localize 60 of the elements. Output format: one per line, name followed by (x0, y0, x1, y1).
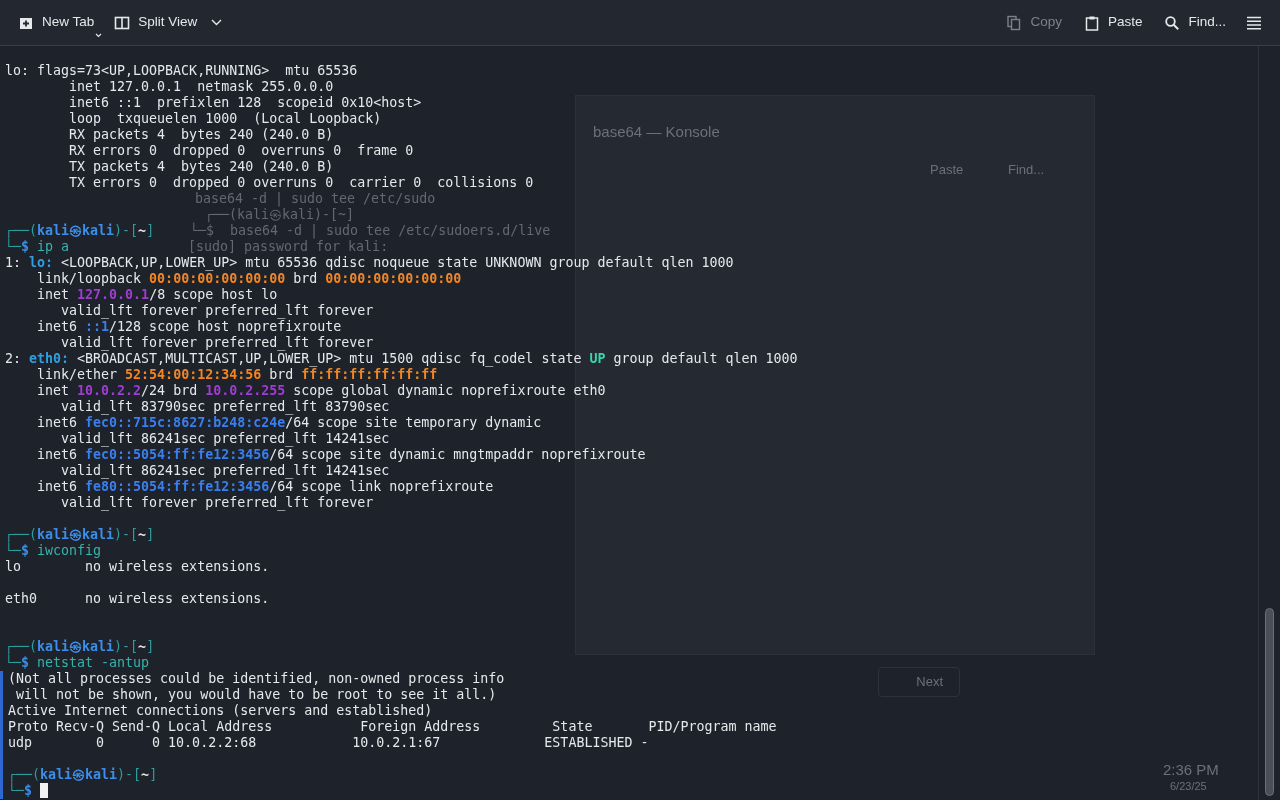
terminal-line: RX errors 0 dropped 0 overruns 0 frame 0 (68, 143, 414, 159)
terminal-line: Active Internet connections (servers and established) (8, 703, 433, 719)
copy-icon (1006, 14, 1023, 31)
background-terminal-line: ┌──(kali㉿kali)-[~] (205, 207, 355, 223)
terminal-line: valid_lft 86241sec preferred_lft 14241sec (60, 431, 390, 447)
terminal-line: will not be shown, you would have to be root to see it all.) (15, 687, 497, 703)
terminal-line: inet6 fe80::5054:ff:fe12:3456/64 scope link noprefixroute (36, 479, 494, 495)
terminal-line: link/loopback 00:00:00:00:00:00 brd 00:00:00:00:00:00 (36, 271, 462, 287)
terminal-line: 2: eth0: <BROADCAST,MULTICAST,UP,LOWER_UP> mtu 1500 qdisc fq_codel state UP group default qlen 1000 (5, 351, 798, 367)
split-view-icon (114, 14, 131, 31)
prompt-line: └─$ ip a (5, 239, 70, 255)
chevron-down-icon (211, 19, 223, 26)
terminal-line: lo no wireless extensions. (5, 559, 270, 575)
background-toolbar-label: Paste (930, 161, 964, 179)
background-terminal-line: [sudo] password for kali: (188, 239, 390, 255)
prompt-line: └─$ (8, 783, 33, 799)
terminal-line: eth0 no wireless extensions. (5, 591, 270, 607)
terminal-line: Proto Recv-Q Send-Q Local Address Foreign Address State PID/Program name (8, 719, 777, 735)
terminal-line: TX errors 0 dropped 0 overruns 0 carrier 0 collisions 0 (68, 175, 534, 191)
terminal-line: RX packets 4 bytes 240 (240.0 B) (68, 127, 334, 143)
terminal-line: valid_lft 86241sec preferred_lft 14241sec (60, 463, 390, 479)
terminal-line: inet 127.0.0.1/8 scope host lo (36, 287, 278, 303)
terminal-line: valid_lft forever preferred_lft forever (60, 495, 374, 511)
prompt-line: ┌──(kali㉿kali)-[~] (5, 639, 155, 655)
terminal-line: lo: flags=73<UP,LOOPBACK,RUNNING> mtu 65536 (5, 63, 358, 79)
prompt-line: ┌──(kali㉿kali)-[~] (5, 223, 155, 239)
terminal-line: link/ether 52:54:00:12:34:56 brd ff:ff:ff:ff:ff:ff (36, 367, 438, 383)
terminal-line: inet6 fec0::5054:ff:fe12:3456/64 scope site dynamic mngtmpaddr noprefixroute (36, 447, 646, 463)
scrollbar-thumb[interactable] (1265, 608, 1274, 796)
terminal-line: valid_lft forever preferred_lft forever (60, 303, 374, 319)
terminal-line: inet 127.0.0.1 netmask 255.0.0.0 (68, 79, 334, 95)
prompt-line: └─$ iwconfig (5, 543, 102, 559)
prompt-line: └─$ netstat -antup (5, 655, 150, 671)
terminal-line: 1: lo: <LOOPBACK,UP,LOWER_UP> mtu 65536 qdisc noqueue state UNKNOWN group default qlen 1000 (5, 255, 734, 271)
terminal-line: loop txqueuelen 1000 (Local Loopback) (68, 111, 382, 127)
terminal-line: inet 10.0.2.2/24 brd 10.0.2.255 scope global dynamic noprefixroute eth0 (36, 383, 606, 399)
caret-icon (95, 32, 103, 38)
clipboard-icon (1083, 14, 1100, 31)
terminal-line: inet6 fec0::715c:8627:b248:c24e/64 scope site temporary dynamic (36, 415, 542, 431)
terminal-line: valid_lft forever preferred_lft forever (60, 335, 374, 351)
terminal-line: valid_lft 83790sec preferred_lft 83790sec (60, 399, 390, 415)
terminal-line: inet6 ::1/128 scope host noprefixroute (36, 319, 342, 335)
background-toolbar-label: Find... (1008, 161, 1045, 179)
new-tab-button[interactable]: New Tab (12, 6, 101, 39)
terminal-line: TX packets 4 bytes 240 (240.0 B) (68, 159, 334, 175)
background-window-title: base64 — Konsole (593, 122, 720, 142)
background-terminal-line: base64 -d | sudo tee /etc/sudo (195, 191, 436, 207)
terminal-line: inet6 ::1 prefixlen 128 scopeid 0x10<host> (68, 95, 422, 111)
split-view-button[interactable]: Split View (108, 6, 229, 39)
background-terminal-line: └─$ base64 -d | sudo tee /etc/sudoers.d/live (190, 223, 551, 239)
terminal-line: (Not all processes could be identified, non-owned process info (8, 671, 505, 687)
terminal-line: udp 0 0 10.0.2.2:68 10.0.2.1:67 ESTABLISHED - (8, 735, 649, 751)
background-clock-time: 2:36 PM (1163, 762, 1219, 778)
paste-button[interactable]: Paste (1075, 6, 1151, 39)
background-clock-date: 6/23/25 (1170, 780, 1207, 792)
prompt-line: ┌──(kali㉿kali)-[~] (5, 527, 155, 543)
search-icon (1164, 14, 1181, 31)
menu-icon (1246, 15, 1262, 30)
find-button[interactable]: Find... (1156, 6, 1234, 39)
prompt-line: ┌──(kali㉿kali)-[~] (8, 767, 158, 783)
